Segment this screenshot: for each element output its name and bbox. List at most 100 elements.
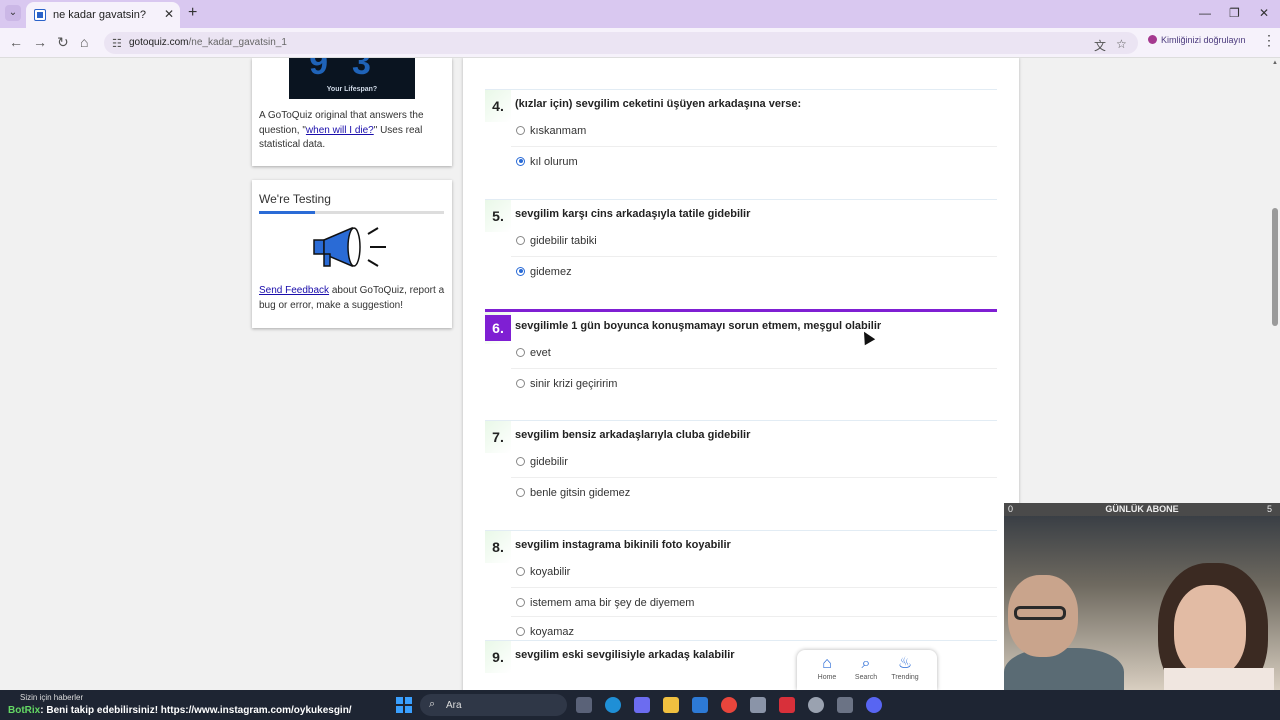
subscriber-goal-bar: 0 GÜNLÜK ABONE 5 bbox=[1004, 503, 1280, 516]
streamer-right-face bbox=[1174, 585, 1246, 677]
question-text: sevgilim instagrama bikinili foto koyabi… bbox=[515, 539, 731, 551]
mini-nav-search[interactable]: ⌕ Search bbox=[846, 654, 886, 681]
app-icon-2[interactable] bbox=[779, 697, 795, 713]
question-number: 8. bbox=[492, 539, 504, 555]
close-window-icon[interactable]: ✕ bbox=[1259, 6, 1269, 20]
url-host: gotoquiz.com bbox=[129, 37, 189, 48]
answer-option[interactable]: kıl olurum bbox=[511, 145, 997, 176]
translate-icon[interactable]: ⽂ bbox=[1094, 37, 1106, 54]
answer-label: sinir krizi geçiririm bbox=[530, 377, 618, 390]
taskbar-search[interactable]: ⌕ Ara bbox=[420, 694, 567, 716]
radio-icon[interactable] bbox=[516, 457, 525, 466]
minimize-icon[interactable]: — bbox=[1199, 6, 1211, 20]
question-text: (kızlar için) sevgilim ceketini üşüyen a… bbox=[515, 98, 802, 110]
ticker-message: Beni takip edebilirsiniz! https://www.in… bbox=[46, 705, 352, 716]
question-7: 7. sevgilim bensiz arkadaşlarıyla cluba g… bbox=[485, 420, 997, 531]
mini-nav: ⌂ Home ⌕ Search ♨ Trending bbox=[797, 650, 937, 690]
when-will-i-die-link[interactable]: when will I die? bbox=[306, 125, 374, 136]
app-icon-3[interactable] bbox=[808, 697, 824, 713]
answer-label: koyabilir bbox=[530, 566, 571, 578]
radio-icon[interactable] bbox=[516, 126, 525, 135]
glasses-icon bbox=[1014, 606, 1066, 620]
radio-icon[interactable] bbox=[516, 597, 525, 607]
question-4: 4. (kızlar için) sevgilim ceketini üşüyen… bbox=[485, 89, 997, 200]
scroll-up-icon[interactable]: ▲ bbox=[1272, 60, 1278, 66]
streamer-right-body bbox=[1164, 668, 1274, 690]
question-number: 6. bbox=[485, 315, 511, 341]
question-6: 6. sevgilimle 1 gün boyunca konuşmamayı s… bbox=[485, 309, 997, 420]
tab-search-dropdown[interactable]: ⌄ bbox=[5, 5, 21, 21]
edge-icon[interactable] bbox=[605, 697, 621, 713]
question-text: sevgilim eski sevgilisiyle arkadaş kalab… bbox=[515, 649, 735, 661]
question-5: 5. sevgilim karşı cins arkadaşıyla tatile… bbox=[485, 199, 997, 310]
settings-icon[interactable] bbox=[837, 697, 853, 713]
lifespan-description: A GoToQuiz original that answers the que… bbox=[259, 110, 424, 150]
lifespan-quiz-image[interactable]: 93 Your Lifespan? bbox=[289, 58, 415, 99]
app-icon-1[interactable] bbox=[750, 697, 766, 713]
testing-progress-fill bbox=[259, 211, 315, 214]
new-tab-button[interactable]: + bbox=[188, 4, 197, 22]
browser-tab[interactable]: ne kadar gavatsin? ✕ bbox=[26, 2, 180, 28]
lifespan-image-caption: Your Lifespan? bbox=[326, 86, 378, 93]
megaphone-icon bbox=[313, 226, 386, 268]
site-info-icon[interactable]: ☷ bbox=[112, 37, 122, 50]
question-number: 9. bbox=[492, 649, 504, 665]
answer-option[interactable]: benle gitsin gidemez bbox=[511, 476, 997, 507]
answer-option[interactable]: gidebilir bbox=[511, 447, 997, 477]
address-bar-row: ← → ↻ ⌂ ☷ gotoquiz.com/ne_kadar_gavatsin… bbox=[0, 28, 1280, 58]
radio-icon[interactable] bbox=[516, 567, 525, 576]
radio-icon[interactable] bbox=[516, 487, 525, 497]
radio-icon[interactable] bbox=[516, 378, 525, 388]
mini-nav-trending[interactable]: ♨ Trending bbox=[885, 654, 925, 681]
question-text: sevgilim bensiz arkadaşlarıyla cluba gid… bbox=[515, 429, 751, 441]
news-widget[interactable]: Sizin için haberler bbox=[20, 693, 83, 702]
store-icon[interactable] bbox=[692, 697, 708, 713]
answer-option[interactable]: kıskanmam bbox=[511, 116, 997, 146]
task-view-icon[interactable] bbox=[576, 697, 592, 713]
tab-strip: ⌄ ne kadar gavatsin? ✕ + — ❐ ✕ bbox=[0, 0, 1280, 28]
menu-kebab-icon[interactable]: ⋮ bbox=[1262, 32, 1276, 49]
radio-selected-icon[interactable] bbox=[516, 266, 525, 276]
reload-icon[interactable]: ↻ bbox=[57, 34, 69, 51]
scrollbar-thumb[interactable] bbox=[1272, 208, 1278, 326]
radio-icon[interactable] bbox=[516, 348, 525, 357]
favicon-icon bbox=[34, 9, 46, 21]
testing-title: We're Testing bbox=[259, 192, 331, 206]
windows-start-icon[interactable] bbox=[396, 697, 412, 713]
radio-icon[interactable] bbox=[516, 627, 525, 636]
answer-option[interactable]: evet bbox=[511, 338, 997, 368]
answer-label: istemem ama bir şey de diyemem bbox=[530, 596, 695, 609]
flame-icon: ♨ bbox=[897, 655, 913, 672]
answer-label: gidebilir tabiki bbox=[530, 235, 597, 247]
answer-option[interactable]: sinir krizi geçiririm bbox=[511, 367, 997, 398]
send-feedback-link[interactable]: Send Feedback bbox=[259, 285, 329, 296]
chrome-icon[interactable] bbox=[721, 697, 737, 713]
back-icon[interactable]: ← bbox=[9, 34, 23, 50]
answer-label: benle gitsin gidemez bbox=[530, 486, 631, 499]
feedback-text: Send Feedback about GoToQuiz, report a b… bbox=[259, 285, 445, 311]
radio-icon[interactable] bbox=[516, 236, 525, 245]
answer-option[interactable]: gidemez bbox=[511, 255, 997, 286]
question-text: sevgilimle 1 gün boyunca konuşmamayı sor… bbox=[515, 320, 882, 332]
radio-selected-icon[interactable] bbox=[516, 156, 525, 166]
mini-nav-home[interactable]: ⌂ Home bbox=[807, 654, 847, 681]
chat-ticker: BotRix: Beni takip edebilirsiniz! https:… bbox=[8, 705, 352, 716]
url-path: /ne_kadar_gavatsin_1 bbox=[188, 37, 287, 48]
verify-identity-button[interactable]: Kimliğinizi doğrulayın bbox=[1148, 35, 1246, 45]
home-icon[interactable]: ⌂ bbox=[80, 34, 88, 50]
url-field[interactable]: ☷ gotoquiz.com/ne_kadar_gavatsin_1 ⽂ ☆ bbox=[104, 32, 1138, 54]
answer-option[interactable]: gidebilir tabiki bbox=[511, 226, 997, 256]
answer-option[interactable]: koyabilir bbox=[511, 557, 997, 587]
discord-icon[interactable] bbox=[866, 697, 882, 713]
restore-icon[interactable]: ❐ bbox=[1229, 6, 1240, 20]
answer-option[interactable]: istemem ama bir şey de diyemem bbox=[511, 586, 997, 617]
bookmark-star-icon[interactable]: ☆ bbox=[1116, 37, 1127, 51]
taskbar: Sizin için haberler BotRix: Beni takip e… bbox=[0, 690, 1280, 720]
file-explorer-icon[interactable] bbox=[663, 697, 679, 713]
copilot-icon[interactable] bbox=[634, 697, 650, 713]
forward-icon[interactable]: → bbox=[33, 34, 47, 50]
search-icon: ⌕ bbox=[429, 698, 436, 710]
lifespan-card: 93 Your Lifespan? A GoToQuiz original th… bbox=[252, 58, 452, 166]
question-number: 7. bbox=[492, 429, 504, 445]
close-tab-icon[interactable]: ✕ bbox=[164, 7, 174, 21]
